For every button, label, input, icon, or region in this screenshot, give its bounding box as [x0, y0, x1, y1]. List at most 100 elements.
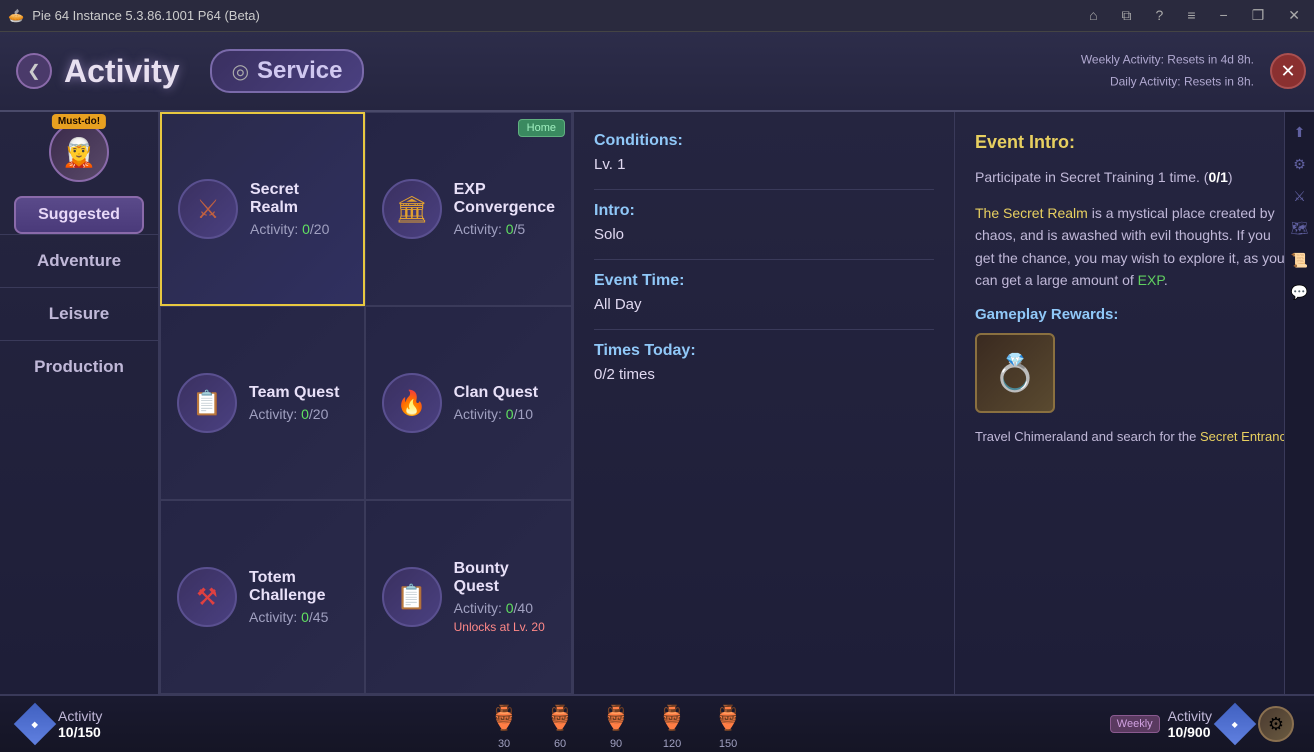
menu-button[interactable]: ≡: [1181, 5, 1201, 26]
back-button[interactable]: ❮: [16, 53, 52, 89]
event-participate-text: Participate in Secret Training 1 time. (…: [975, 167, 1294, 188]
adventure-label: Adventure: [37, 251, 121, 270]
detail-panel: Conditions: Lv. 1 Intro: Solo Event Time…: [574, 112, 954, 694]
activity-text-right: Activity 10/900: [1168, 708, 1212, 740]
header-close-button[interactable]: ✕: [1270, 53, 1306, 89]
back-icon: ❮: [27, 61, 40, 81]
totem-challenge-icon: ⚒: [177, 567, 237, 627]
avatar-emoji: 🧝: [62, 136, 97, 169]
bounty-quest-info: Bounty Quest Activity: 0/40 Unlocks at L…: [454, 560, 555, 634]
settings-button[interactable]: ⚙: [1258, 706, 1294, 742]
activity-info-right: Weekly Activity 10/900 ◆ ⚙: [1110, 706, 1294, 742]
diamond-icon-left: ◆: [14, 703, 56, 745]
secret-realm-name: Secret Realm: [250, 181, 347, 217]
participate-count: 0/1: [1208, 169, 1227, 185]
event-time-value: All Day: [594, 296, 934, 313]
right-tool-6[interactable]: 💬: [1288, 280, 1312, 304]
reward-emoji: 💍: [993, 352, 1038, 394]
weekly-badge: Weekly: [1110, 715, 1160, 733]
activity-cell-clan-quest[interactable]: 🔥 Clan Quest Activity: 0/10: [365, 306, 572, 500]
weekly-info: Weekly Activity: Resets in 4d 8h.: [1081, 49, 1254, 71]
app-logo: 🥧: [8, 8, 24, 24]
activity-value-right: 10/900: [1168, 724, 1212, 740]
app-title: Pie 64 Instance 5.3.86.1001 P64 (Beta): [32, 8, 260, 23]
service-button[interactable]: ◎ Service: [210, 49, 365, 93]
milestone-label-120: 120: [663, 738, 681, 750]
home-button[interactable]: ⌂: [1083, 5, 1103, 26]
secret-entrance-ref: Secret Entrance: [1200, 429, 1293, 444]
activity-cell-bounty-quest[interactable]: 📋 Bounty Quest Activity: 0/40 Unlocks at…: [365, 500, 572, 694]
activity-value-left: 10/150: [58, 724, 102, 740]
event-description: The Secret Realm is a mystical place cre…: [975, 202, 1294, 292]
activity-grid: ⚔ Secret Realm Activity: 0/20 Home 🏛 EXP…: [160, 112, 574, 694]
avatar-container: 🧝 Must-do!: [49, 122, 109, 182]
secret-realm-icon: ⚔: [178, 179, 238, 239]
clan-quest-icon: 🔥: [382, 373, 442, 433]
milestone-30[interactable]: 🏺 30: [484, 698, 524, 750]
exp-convergence-name: EXP Convergence: [454, 181, 555, 217]
help-button[interactable]: ?: [1150, 5, 1170, 26]
milestone-label-90: 90: [610, 738, 622, 750]
milestone-60[interactable]: 🏺 60: [540, 698, 580, 750]
restore-button[interactable]: ❐: [1246, 5, 1271, 26]
secret-realm-progress: Activity: 0/20: [250, 221, 347, 237]
milestone-120[interactable]: 🏺 120: [652, 698, 692, 750]
exp-ref: EXP: [1138, 272, 1164, 288]
activity-cell-secret-realm[interactable]: ⚔ Secret Realm Activity: 0/20: [160, 112, 365, 306]
activity-cell-team-quest[interactable]: 📋 Team Quest Activity: 0/20: [160, 306, 365, 500]
secret-realm-info: Secret Realm Activity: 0/20: [250, 181, 347, 237]
activity-info-left: ◆ Activity 10/150: [20, 708, 102, 740]
exp-convergence-info: EXP Convergence Activity: 0/5: [454, 181, 555, 237]
totem-challenge-name: Totem Challenge: [249, 569, 348, 605]
window-button[interactable]: ⧉: [1116, 5, 1138, 26]
sidebar: 🧝 Must-do! Suggested Adventure Leisure P…: [0, 112, 160, 694]
divider-1: [594, 189, 934, 190]
sidebar-suggested[interactable]: Suggested: [14, 196, 144, 234]
milestone-label-60: 60: [554, 738, 566, 750]
team-quest-name: Team Quest: [249, 384, 339, 402]
activity-label-left: Activity: [58, 708, 102, 724]
exp-convergence-progress: Activity: 0/5: [454, 221, 555, 237]
clan-quest-name: Clan Quest: [454, 384, 538, 402]
clan-quest-progress: Activity: 0/10: [454, 406, 538, 422]
team-quest-icon: 📋: [177, 373, 237, 433]
right-tool-4[interactable]: 🗺: [1288, 216, 1312, 240]
right-tool-2[interactable]: ⚙: [1288, 152, 1312, 176]
milestones: 🏺 30 🏺 60 🏺 90 🏺 120 🏺 150: [122, 698, 1109, 750]
event-time-section: Event Time: All Day: [594, 272, 934, 313]
travel-text: Travel Chimeraland and search for the Se…: [975, 427, 1294, 447]
exp-convergence-icon: 🏛: [382, 179, 442, 239]
team-quest-progress: Activity: 0/20: [249, 406, 339, 422]
bounty-quest-icon: 📋: [382, 567, 442, 627]
milestone-label-150: 150: [719, 738, 737, 750]
activity-cell-totem-challenge[interactable]: ⚒ Totem Challenge Activity: 0/45: [160, 500, 365, 694]
milestone-90[interactable]: 🏺 90: [596, 698, 636, 750]
bounty-quest-unlock: Unlocks at Lv. 20: [454, 620, 555, 634]
sidebar-item-leisure[interactable]: Leisure: [0, 287, 158, 340]
right-tool-5[interactable]: 📜: [1288, 248, 1312, 272]
bounty-quest-name: Bounty Quest: [454, 560, 555, 596]
totem-challenge-info: Totem Challenge Activity: 0/45: [249, 569, 348, 625]
milestone-icon-150: 🏺: [708, 698, 748, 738]
header-info: Weekly Activity: Resets in 4d 8h. Daily …: [1081, 49, 1254, 92]
times-today-label: Times Today:: [594, 342, 934, 360]
minimize-button[interactable]: −: [1214, 5, 1234, 26]
reward-icon: 💍: [975, 333, 1055, 413]
activity-cell-exp-convergence[interactable]: Home 🏛 EXP Convergence Activity: 0/5: [365, 112, 572, 306]
times-today-value: 0/2 times: [594, 366, 934, 383]
right-tool-1[interactable]: ⬆: [1288, 120, 1312, 144]
title-bar-controls: ⌂ ⧉ ? ≡ − ❐ ✕: [1083, 5, 1306, 26]
divider-2: [594, 259, 934, 260]
sidebar-item-adventure[interactable]: Adventure: [0, 234, 158, 287]
daily-info: Daily Activity: Resets in 8h.: [1081, 71, 1254, 93]
secret-realm-ref: The Secret Realm: [975, 205, 1088, 221]
right-tool-3[interactable]: ⚔: [1288, 184, 1312, 208]
intro-label: Intro:: [594, 202, 934, 220]
close-button[interactable]: ✕: [1282, 5, 1306, 26]
sidebar-item-production[interactable]: Production: [0, 340, 158, 393]
milestone-icon-120: 🏺: [652, 698, 692, 738]
service-icon: ◎: [232, 59, 249, 84]
header-bar: ❮ Activity ◎ Service Weekly Activity: Re…: [0, 32, 1314, 112]
milestone-150[interactable]: 🏺 150: [708, 698, 748, 750]
conditions-section: Conditions: Lv. 1: [594, 132, 934, 173]
